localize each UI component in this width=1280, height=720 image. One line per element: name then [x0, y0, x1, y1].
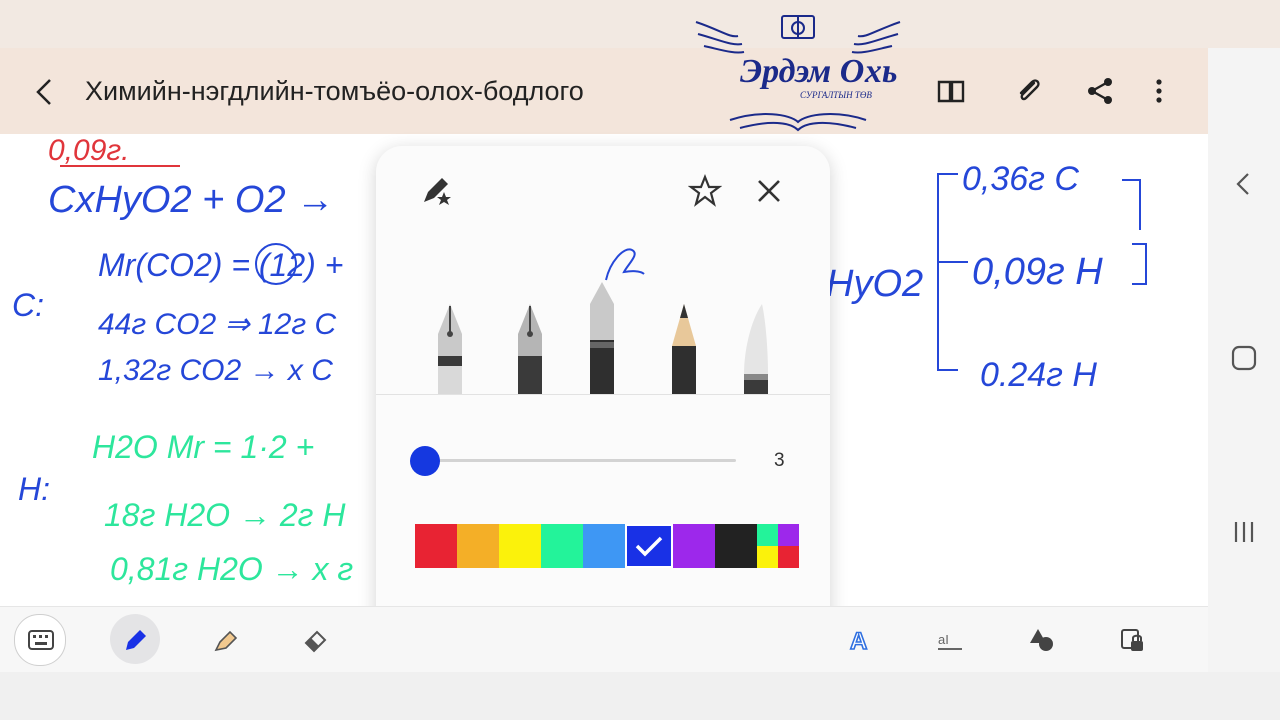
check-icon — [635, 536, 663, 557]
text-resize-icon: aI — [938, 632, 962, 650]
handwriting-line: HyO2 — [826, 263, 923, 305]
logo-subtitle: СУРГАЛТЫН ТӨВ — [800, 90, 872, 100]
svg-text:aI: aI — [938, 632, 949, 647]
highlighter-tool-button[interactable] — [200, 614, 250, 664]
handwriting-line: 0,81г H2O → x г — [110, 551, 353, 587]
close-icon[interactable] — [754, 176, 784, 206]
logo: Эрдэм Охь СУРГАЛТЫН ТӨВ — [695, 15, 901, 132]
book-icon[interactable] — [934, 74, 968, 108]
calligraphy-pen-icon[interactable] — [510, 242, 550, 394]
back-icon[interactable] — [30, 76, 62, 108]
logo-name: Эрдэм Охь — [740, 53, 897, 90]
handwriting-line: Mr(CO2) = (12) + — [98, 247, 343, 283]
color-swatch[interactable] — [541, 524, 583, 568]
nav-back-icon[interactable] — [1226, 166, 1262, 202]
color-swatch-selected[interactable] — [625, 524, 673, 568]
shapes-icon — [1030, 629, 1053, 651]
handwriting-line: 0.24г H — [980, 356, 1097, 394]
star-icon[interactable] — [688, 174, 722, 208]
pen-settings-popup: 3 — [376, 146, 830, 654]
size-value: 3 — [774, 450, 785, 471]
handwriting-line: 44г CO2 ⇒ 12г C — [98, 308, 336, 341]
handwriting-line: CxHyO2 + O2 → — [48, 179, 334, 221]
nav-home-icon[interactable] — [1226, 340, 1262, 376]
size-slider-thumb[interactable] — [410, 446, 440, 476]
shapes-button[interactable] — [1016, 614, 1066, 664]
color-swatch[interactable] — [583, 524, 625, 568]
pencil-icon[interactable] — [664, 242, 704, 394]
page-title: Химийн-нэгдлийн-томъёо-олох-бодлого — [85, 76, 584, 106]
keyboard-button[interactable] — [14, 614, 66, 666]
handwriting-line: 0,36г C — [962, 160, 1079, 198]
handwriting-line: 0,09г H — [972, 251, 1103, 293]
fountain-pen-icon[interactable] — [430, 242, 470, 394]
share-icon[interactable] — [1084, 74, 1118, 108]
handwriting-line: 18г H2O → 2г H — [104, 497, 346, 533]
multi-color-swatch[interactable] — [757, 524, 799, 568]
paperclip-icon[interactable] — [1012, 74, 1046, 108]
status-strip — [0, 0, 1280, 48]
color-swatch[interactable] — [499, 524, 541, 568]
pen-icon — [126, 630, 146, 650]
eraser-tool-button[interactable] — [290, 614, 340, 664]
color-swatch[interactable] — [457, 524, 499, 568]
nav-recents-icon[interactable] — [1226, 514, 1262, 550]
color-swatch[interactable] — [715, 524, 757, 568]
text-resize-button[interactable]: aI — [924, 614, 974, 664]
handwriting-line: H2O Mr = 1·2 + — [92, 429, 314, 465]
marker-icon[interactable] — [736, 242, 776, 394]
lock-button[interactable] — [1106, 614, 1156, 664]
handwriting-line: 0,09г. — [48, 134, 130, 167]
pen-tool-button[interactable] — [110, 614, 160, 664]
color-swatch[interactable] — [415, 524, 457, 568]
color-palette — [415, 524, 799, 568]
handwriting-line: 1,32г CO2 → x C — [98, 354, 333, 387]
lock-icon — [1121, 629, 1143, 651]
keyboard-icon — [28, 630, 54, 650]
eraser-icon — [304, 630, 327, 653]
divider — [376, 394, 830, 395]
text-style-button[interactable]: A — [834, 614, 884, 664]
text-style-icon: A — [849, 627, 868, 653]
more-vertical-icon[interactable] — [1142, 74, 1176, 108]
pen-favorite-icon[interactable] — [420, 174, 454, 208]
bottom-strip — [0, 672, 1280, 720]
handwriting-label: H: — [18, 471, 50, 507]
ballpoint-pen-icon[interactable] — [584, 242, 648, 394]
color-swatch[interactable] — [673, 524, 715, 568]
size-slider-track[interactable] — [424, 459, 736, 462]
svg-text:A: A — [850, 628, 867, 653]
highlighter-icon — [214, 630, 238, 652]
handwriting-label: C: — [12, 287, 44, 323]
